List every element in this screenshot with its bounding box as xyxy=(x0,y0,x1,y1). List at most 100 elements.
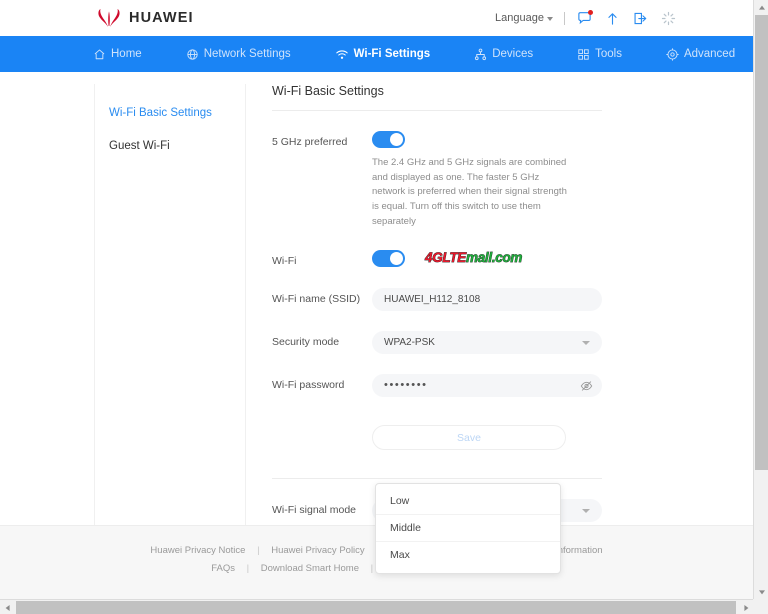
up-arrow-icon[interactable] xyxy=(604,10,621,27)
header-actions: Language xyxy=(495,0,677,36)
sidebar-item-wifi-basic-settings[interactable]: Wi-Fi Basic Settings xyxy=(95,100,245,126)
settings-panel: Wi-Fi Basic Settings 5 GHz preferred The… xyxy=(272,84,602,558)
dropdown-option-low[interactable]: Low xyxy=(376,488,560,515)
sidebar-item-label: Wi-Fi Basic Settings xyxy=(109,107,212,119)
eye-off-icon[interactable] xyxy=(580,379,593,392)
grid-icon xyxy=(577,48,590,61)
row-label: Wi-Fi password xyxy=(272,374,372,393)
watermark-part-2: TE xyxy=(449,250,466,265)
footer-separator: | xyxy=(247,563,249,574)
section-divider xyxy=(272,478,602,479)
nav-label: Advanced xyxy=(684,48,735,60)
scroll-right-arrow-icon[interactable] xyxy=(738,600,753,614)
toggle-wifi[interactable] xyxy=(372,250,405,267)
watermark-part-1: 4GL xyxy=(425,250,449,265)
scroll-down-arrow-icon[interactable] xyxy=(754,584,768,599)
scrollbar-corner xyxy=(753,599,768,614)
scroll-up-arrow-icon[interactable] xyxy=(754,0,768,15)
chat-bubble-icon[interactable] xyxy=(576,10,593,27)
sidebar-item-guest-wifi[interactable]: Guest Wi-Fi xyxy=(95,133,245,159)
footer-link-faqs[interactable]: FAQs xyxy=(211,563,235,574)
nav-label: Network Settings xyxy=(204,48,291,60)
footer-separator: | xyxy=(257,545,259,556)
toggle-5ghz-preferred[interactable] xyxy=(372,131,405,148)
nav-label: Wi-Fi Settings xyxy=(354,48,431,60)
footer-link-privacy-policy[interactable]: Huawei Privacy Policy xyxy=(271,545,364,556)
scroll-left-arrow-icon[interactable] xyxy=(0,600,15,614)
brand-logo-group: HUAWEI xyxy=(96,8,194,28)
chevron-down-icon xyxy=(547,17,553,21)
main-navigation: Home Network Settings Wi-Fi Settings xyxy=(0,36,753,72)
huawei-logo-icon xyxy=(96,8,122,28)
devices-icon xyxy=(474,48,487,61)
toggle-knob xyxy=(390,252,403,265)
row-field: WPA2-PSK xyxy=(372,331,602,354)
globe-icon xyxy=(186,48,199,61)
security-mode-value: WPA2-PSK xyxy=(384,338,435,348)
loading-spinner-icon[interactable] xyxy=(660,10,677,27)
home-icon xyxy=(93,48,106,61)
row-field: 4GLTEmall.com xyxy=(372,250,602,267)
sub-navigation-sidebar: Wi-Fi Basic Settings Guest Wi-Fi xyxy=(94,84,246,527)
hint-5ghz-preferred: The 2.4 GHz and 5 GHz signals are combin… xyxy=(372,156,568,230)
watermark-part-3: mall.com xyxy=(466,250,522,265)
page-header: HUAWEI Language xyxy=(0,0,753,36)
row-field: •••••••• xyxy=(372,374,602,397)
row-wifi-password: Wi-Fi password •••••••• xyxy=(272,374,602,397)
row-label: Wi-Fi xyxy=(272,250,372,269)
wifi-icon xyxy=(335,48,349,61)
vertical-scrollbar-thumb[interactable] xyxy=(755,15,768,470)
header-divider xyxy=(564,12,565,25)
horizontal-scrollbar[interactable] xyxy=(0,599,768,614)
row-label: Security mode xyxy=(272,331,372,350)
save-row: Save xyxy=(272,425,602,450)
notification-dot xyxy=(588,10,593,15)
vertical-scrollbar[interactable] xyxy=(753,0,768,599)
browser-window: HUAWEI Language xyxy=(0,0,768,614)
row-field: The 2.4 GHz and 5 GHz signals are combin… xyxy=(372,131,602,230)
gear-icon xyxy=(666,48,679,61)
page-content: Wi-Fi Basic Settings Guest Wi-Fi Wi-Fi B… xyxy=(0,72,753,561)
row-label: Wi-Fi signal mode xyxy=(272,499,372,518)
nav-label: Devices xyxy=(492,48,533,60)
row-label: Wi-Fi name (SSID) xyxy=(272,288,372,307)
wifi-signal-mode-dropdown-menu: Low Middle Max xyxy=(375,483,561,574)
row-label: 5 GHz preferred xyxy=(272,131,372,150)
logout-icon[interactable] xyxy=(632,10,649,27)
row-field: HUAWEI_H112_8108 xyxy=(372,288,602,311)
sidebar-item-label: Guest Wi-Fi xyxy=(109,140,170,152)
page-title: Wi-Fi Basic Settings xyxy=(272,84,602,111)
security-mode-select[interactable]: WPA2-PSK xyxy=(372,331,602,354)
toggle-knob xyxy=(390,133,403,146)
nav-label: Tools xyxy=(595,48,622,60)
router-web-page: HUAWEI Language xyxy=(0,0,753,599)
row-wifi: Wi-Fi 4GLTEmall.com xyxy=(272,250,602,269)
row-ssid: Wi-Fi name (SSID) HUAWEI_H112_8108 xyxy=(272,288,602,311)
dropdown-option-max[interactable]: Max xyxy=(376,542,560,569)
nav-item-tools[interactable]: Tools xyxy=(577,48,622,61)
brand-name: HUAWEI xyxy=(129,10,194,26)
ssid-value: HUAWEI_H112_8108 xyxy=(384,295,480,305)
wifi-password-value: •••••••• xyxy=(384,380,428,391)
nav-item-home[interactable]: Home xyxy=(93,48,142,61)
footer-link-privacy-notice[interactable]: Huawei Privacy Notice xyxy=(150,545,245,556)
horizontal-scrollbar-thumb[interactable] xyxy=(16,601,736,614)
row-5ghz-preferred: 5 GHz preferred The 2.4 GHz and 5 GHz si… xyxy=(272,131,602,230)
nav-item-wifi-settings[interactable]: Wi-Fi Settings xyxy=(335,48,431,61)
row-security-mode: Security mode WPA2-PSK xyxy=(272,331,602,354)
nav-item-devices[interactable]: Devices xyxy=(474,48,533,61)
language-selector[interactable]: Language xyxy=(495,12,553,24)
chevron-down-icon xyxy=(582,509,590,513)
save-button[interactable]: Save xyxy=(372,425,566,450)
chevron-down-icon xyxy=(582,341,590,345)
footer-link-download-smart-home[interactable]: Download Smart Home xyxy=(261,563,359,574)
nav-item-advanced[interactable]: Advanced xyxy=(666,48,735,61)
language-label: Language xyxy=(495,12,544,24)
footer-separator: | xyxy=(371,563,373,574)
nav-label: Home xyxy=(111,48,142,60)
ssid-input[interactable]: HUAWEI_H112_8108 xyxy=(372,288,602,311)
nav-item-network-settings[interactable]: Network Settings xyxy=(186,48,291,61)
dropdown-option-middle[interactable]: Middle xyxy=(376,515,560,542)
wifi-password-input[interactable]: •••••••• xyxy=(372,374,602,397)
watermark-overlay: 4GLTEmall.com xyxy=(425,251,522,265)
